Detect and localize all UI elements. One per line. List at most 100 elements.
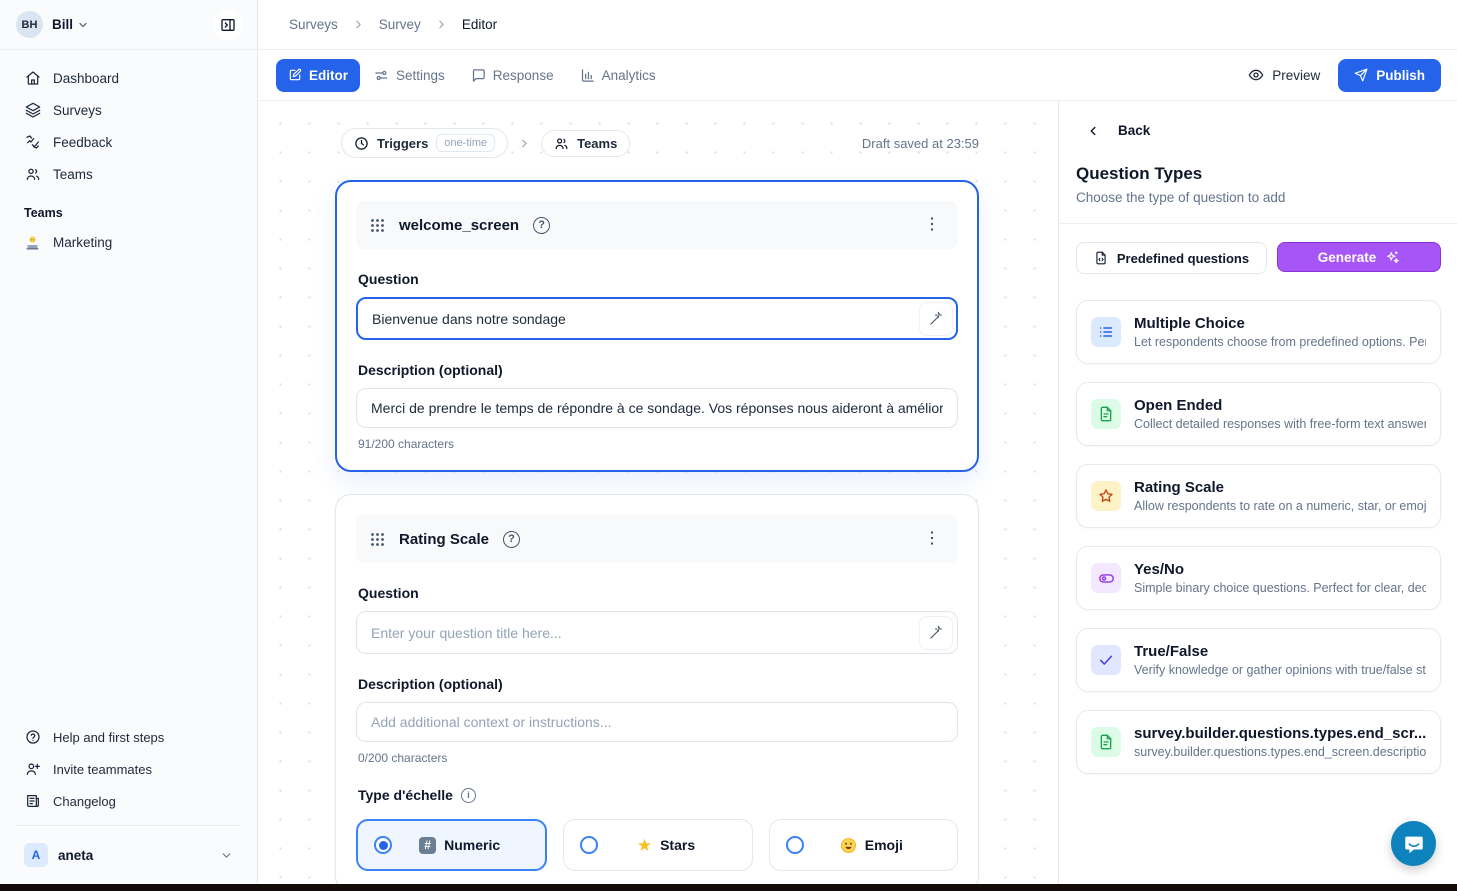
question-card-rating-scale[interactable]: Rating Scale ? ⋮ Question Descripti	[335, 494, 979, 884]
sidebar-item-label: Help and first steps	[53, 730, 164, 745]
scale-option-numeric[interactable]: # Numeric	[356, 819, 547, 871]
question-card-welcome-screen[interactable]: welcome_screen ? ⋮ Question Descrip	[335, 180, 979, 472]
sidebar-item-team-marketing[interactable]: Marketing	[12, 226, 245, 259]
users-icon	[24, 166, 41, 182]
scale-option-label: Emoji	[865, 837, 903, 853]
radio-selected[interactable]	[374, 836, 392, 854]
user-plus-icon	[24, 761, 41, 777]
file-code-icon	[1094, 251, 1108, 265]
breadcrumb-survey[interactable]: Survey	[379, 17, 421, 32]
type-card-yes-no[interactable]: Yes/No Simple binary choice questions. P…	[1076, 546, 1441, 610]
sidebar-item-invite[interactable]: Invite teammates	[12, 753, 245, 785]
question-types-panel: Back Question Types Choose the type of q…	[1058, 101, 1457, 884]
app-window: BH Bill Dashboard Surv	[0, 0, 1457, 884]
preview-label: Preview	[1272, 68, 1320, 83]
sparkles-icon	[1385, 250, 1400, 265]
preview-button[interactable]: Preview	[1248, 67, 1320, 83]
scale-option-stars[interactable]: ★ Stars	[563, 819, 752, 871]
radio-unselected[interactable]	[580, 836, 598, 854]
publish-button[interactable]: Publish	[1338, 59, 1441, 92]
generate-button[interactable]: Generate	[1277, 242, 1441, 272]
scale-type-options: # Numeric ★ Stars	[356, 819, 958, 871]
star-emoji-icon: ★	[637, 837, 652, 854]
scale-option-emoji[interactable]: Emoji	[769, 819, 958, 871]
question-title-input[interactable]	[356, 297, 958, 340]
editor-toolbar: Editor Settings Response Analytics	[258, 50, 1457, 101]
predefined-questions-button[interactable]: Predefined questions	[1076, 242, 1267, 274]
back-button[interactable]: Back	[1059, 123, 1457, 138]
panel-actions: Predefined questions Generate	[1059, 224, 1457, 274]
tab-analytics[interactable]: Analytics	[568, 59, 668, 92]
account-menu[interactable]: A aneta	[12, 834, 245, 876]
question-card-title: Rating Scale	[399, 531, 489, 548]
question-card-header[interactable]: Rating Scale ? ⋮	[356, 515, 958, 563]
chevron-right-icon	[518, 137, 531, 150]
magic-wand-icon	[929, 311, 944, 326]
type-title: Yes/No	[1134, 561, 1426, 578]
radio-unselected[interactable]	[786, 836, 804, 854]
type-description: Simple binary choice questions. Perfect …	[1134, 581, 1426, 595]
question-description-input[interactable]	[356, 388, 958, 428]
type-card-rating-scale[interactable]: Rating Scale Allow respondents to rate o…	[1076, 464, 1441, 528]
question-title-input[interactable]	[356, 611, 958, 654]
sidebar-item-teams[interactable]: Teams	[12, 158, 245, 190]
question-type-list: Multiple Choice Let respondents choose f…	[1059, 274, 1457, 774]
type-card-open-ended[interactable]: Open Ended Collect detailed responses wi…	[1076, 382, 1441, 446]
sidebar-item-changelog[interactable]: Changelog	[12, 785, 245, 817]
drag-handle-icon[interactable]	[370, 532, 385, 547]
sidebar-item-surveys[interactable]: Surveys	[12, 94, 245, 126]
card-menu-button[interactable]: ⋮	[920, 213, 944, 237]
type-card-multiple-choice[interactable]: Multiple Choice Let respondents choose f…	[1076, 300, 1441, 364]
tab-label: Response	[493, 68, 554, 83]
type-card-true-false[interactable]: True/False Verify knowledge or gather op…	[1076, 628, 1441, 692]
type-title: survey.builder.questions.types.end_scr..…	[1134, 725, 1426, 742]
scale-option-label: Stars	[660, 837, 695, 853]
layers-icon	[24, 102, 41, 118]
chart-icon	[580, 68, 595, 83]
ai-rewrite-button[interactable]	[919, 302, 953, 336]
tab-editor[interactable]: Editor	[276, 59, 360, 92]
breadcrumb-editor: Editor	[462, 17, 497, 32]
panel-toggle-icon	[220, 17, 236, 33]
chevron-down-icon	[77, 19, 89, 31]
char-count: 0/200 characters	[358, 751, 958, 765]
help-circle-icon[interactable]: ?	[533, 217, 550, 234]
workspace-avatar: BH	[16, 11, 43, 38]
sidebar: BH Bill Dashboard Surv	[0, 0, 258, 884]
chevron-right-icon	[352, 18, 365, 31]
scale-type-label-text: Type d'échelle	[358, 787, 453, 803]
tab-response[interactable]: Response	[459, 59, 566, 92]
workspace-switcher[interactable]: BH Bill	[0, 0, 257, 50]
sidebar-item-help[interactable]: Help and first steps	[12, 721, 245, 753]
type-description: Collect detailed responses with free-for…	[1134, 417, 1426, 431]
question-card-header[interactable]: welcome_screen ? ⋮	[356, 201, 958, 249]
teams-pill[interactable]: Teams	[541, 130, 630, 157]
scale-type-label: Type d'échelle i	[358, 787, 958, 803]
breadcrumb-surveys[interactable]: Surveys	[289, 17, 338, 32]
description-field-label: Description (optional)	[358, 362, 958, 378]
drag-handle-icon[interactable]	[370, 218, 385, 233]
triggers-pill[interactable]: Triggers one-time	[341, 128, 508, 158]
help-circle-icon[interactable]: ?	[503, 531, 520, 548]
tab-settings[interactable]: Settings	[362, 59, 457, 92]
type-title: Open Ended	[1134, 397, 1426, 414]
sidebar-item-dashboard[interactable]: Dashboard	[12, 62, 245, 94]
sidebar-item-label: Feedback	[53, 135, 112, 150]
question-field-label: Question	[358, 585, 958, 601]
smiley-emoji-icon	[840, 837, 857, 854]
message-icon	[471, 68, 486, 83]
card-menu-button[interactable]: ⋮	[920, 527, 944, 551]
question-field-label: Question	[358, 271, 958, 287]
info-icon[interactable]: i	[461, 788, 476, 803]
sidebar-collapse-button[interactable]	[213, 10, 243, 40]
panel-subtitle: Choose the type of question to add	[1059, 184, 1457, 224]
chevron-down-icon	[220, 849, 233, 862]
type-card-end-screen[interactable]: survey.builder.questions.types.end_scr..…	[1076, 710, 1441, 774]
account-avatar: A	[24, 843, 48, 867]
ai-rewrite-button[interactable]	[919, 616, 953, 650]
chat-launcher[interactable]	[1391, 821, 1436, 866]
sidebar-footer: Help and first steps Invite teammates Ch…	[0, 711, 257, 884]
newspaper-icon	[24, 793, 41, 809]
sidebar-item-feedback[interactable]: Feedback	[12, 126, 245, 158]
question-description-input[interactable]	[356, 702, 958, 742]
